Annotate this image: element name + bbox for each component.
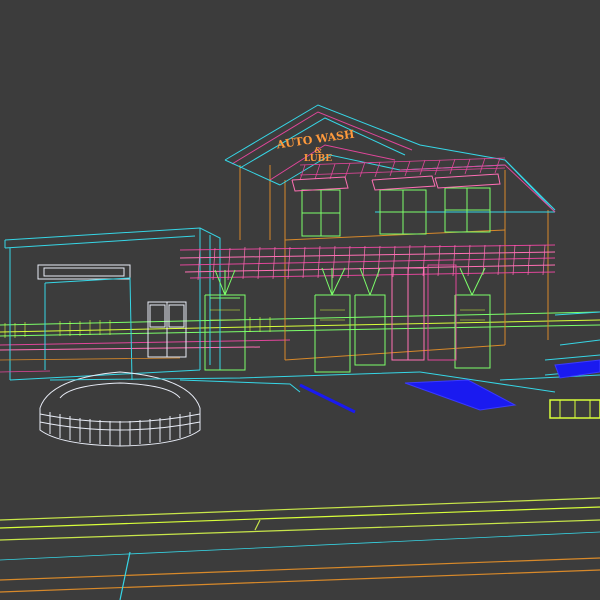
sign-line3: LUBE [304,154,332,164]
wireframe-scene: AUTO WASH & LUBE [0,0,600,600]
wireframe-viewport[interactable]: AUTO WASH & LUBE [0,0,600,600]
